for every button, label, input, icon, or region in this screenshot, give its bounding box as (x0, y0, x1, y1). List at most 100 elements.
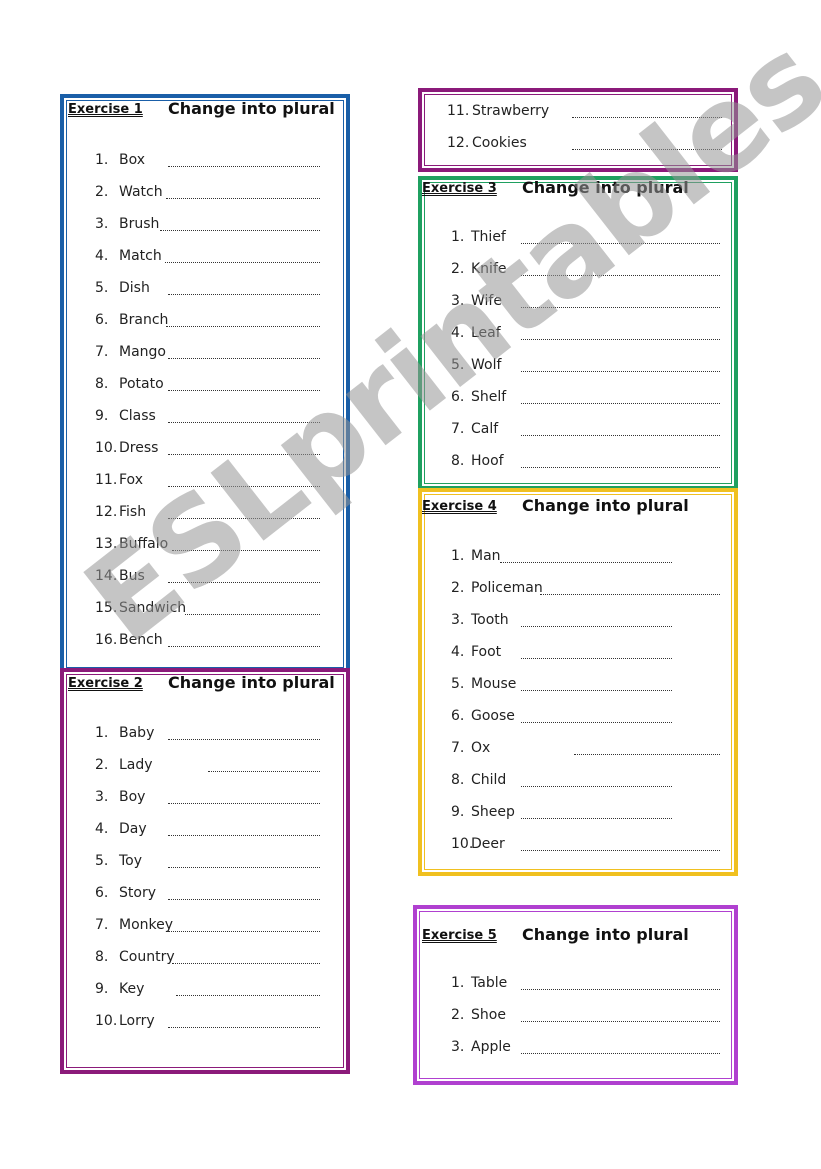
item-number: 9. (95, 981, 109, 997)
answer-line[interactable] (521, 243, 720, 244)
answer-line[interactable] (521, 658, 672, 659)
answer-line[interactable] (168, 582, 320, 583)
answer-line[interactable] (521, 339, 720, 340)
answer-line[interactable] (521, 371, 720, 372)
item-word: Box (119, 152, 146, 168)
answer-line[interactable] (168, 294, 320, 295)
answer-line[interactable] (185, 614, 320, 615)
answer-line[interactable] (521, 786, 672, 787)
answer-line[interactable] (168, 166, 320, 167)
answer-line[interactable] (572, 117, 722, 118)
item-word: Ox (471, 740, 491, 756)
exercise-label: Exercise 3 (422, 181, 497, 196)
item-word: Country (119, 949, 175, 965)
answer-line[interactable] (165, 262, 320, 263)
item-number: 10. (95, 1013, 118, 1029)
item-word: Mango (119, 344, 166, 360)
answer-line[interactable] (521, 850, 720, 851)
item-number: 1. (95, 152, 109, 168)
exercise-title: Change into plural (522, 178, 689, 197)
exercise-label: Exercise 4 (422, 499, 497, 514)
item-word: Class (119, 408, 156, 424)
item-number: 5. (451, 357, 465, 373)
item-number: 2. (451, 580, 465, 596)
answer-line[interactable] (521, 626, 672, 627)
answer-line[interactable] (521, 275, 720, 276)
item-number: 6. (451, 708, 465, 724)
exercise-title: Change into plural (168, 99, 335, 118)
item-number: 2. (451, 1007, 465, 1023)
item-number: 3. (95, 216, 109, 232)
answer-line[interactable] (521, 307, 720, 308)
answer-line[interactable] (168, 518, 320, 519)
item-word: Leaf (471, 325, 501, 341)
item-word: Dish (119, 280, 150, 296)
answer-line[interactable] (521, 1053, 720, 1054)
item-word: Key (119, 981, 145, 997)
item-number: 3. (451, 612, 465, 628)
answer-line[interactable] (172, 550, 320, 551)
item-word: Deer (471, 836, 505, 852)
answer-line[interactable] (521, 435, 720, 436)
answer-line[interactable] (168, 486, 320, 487)
answer-line[interactable] (166, 326, 320, 327)
item-number: 8. (451, 772, 465, 788)
answer-line[interactable] (521, 1021, 720, 1022)
item-word: Knife (471, 261, 507, 277)
answer-line[interactable] (572, 149, 722, 150)
answer-line[interactable] (166, 198, 320, 199)
answer-line[interactable] (168, 739, 320, 740)
answer-line[interactable] (500, 562, 672, 563)
item-word: Bus (119, 568, 145, 584)
item-number: 4. (95, 248, 109, 264)
answer-line[interactable] (168, 454, 320, 455)
answer-line[interactable] (168, 931, 320, 932)
item-number: 2. (95, 757, 109, 773)
answer-line[interactable] (168, 867, 320, 868)
answer-line[interactable] (168, 803, 320, 804)
item-word: Potato (119, 376, 164, 392)
item-number: 8. (95, 949, 109, 965)
item-word: Dress (119, 440, 159, 456)
item-word: Watch (119, 184, 163, 200)
item-word: Shoe (471, 1007, 506, 1023)
item-number: 1. (451, 548, 465, 564)
item-word: Apple (471, 1039, 511, 1055)
item-number: 11. (447, 103, 470, 119)
answer-line[interactable] (168, 835, 320, 836)
answer-line[interactable] (521, 467, 720, 468)
answer-line[interactable] (168, 646, 320, 647)
answer-line[interactable] (521, 690, 672, 691)
answer-line[interactable] (521, 989, 720, 990)
item-number: 5. (95, 853, 109, 869)
item-number: 8. (95, 376, 109, 392)
item-word: Cookies (472, 135, 527, 151)
item-number: 1. (95, 725, 109, 741)
exercise-3-box (418, 176, 738, 490)
item-word: Hoof (471, 453, 504, 469)
answer-line[interactable] (168, 899, 320, 900)
answer-line[interactable] (521, 722, 672, 723)
item-word: Wolf (471, 357, 502, 373)
answer-line[interactable] (168, 358, 320, 359)
answer-line[interactable] (172, 963, 320, 964)
answer-line[interactable] (208, 771, 320, 772)
item-number: 9. (95, 408, 109, 424)
answer-line[interactable] (168, 422, 320, 423)
answer-line[interactable] (574, 754, 720, 755)
answer-line[interactable] (540, 594, 720, 595)
answer-line[interactable] (160, 230, 320, 231)
answer-line[interactable] (521, 403, 720, 404)
item-number: 5. (95, 280, 109, 296)
exercise-title: Change into plural (522, 925, 689, 944)
answer-line[interactable] (168, 1027, 320, 1028)
answer-line[interactable] (168, 390, 320, 391)
item-number: 2. (451, 261, 465, 277)
item-word: Toy (119, 853, 143, 869)
item-word: Sandwich (119, 600, 187, 616)
item-word: Match (119, 248, 162, 264)
item-word: Lorry (119, 1013, 155, 1029)
item-word: Boy (119, 789, 146, 805)
answer-line[interactable] (176, 995, 320, 996)
answer-line[interactable] (521, 818, 672, 819)
